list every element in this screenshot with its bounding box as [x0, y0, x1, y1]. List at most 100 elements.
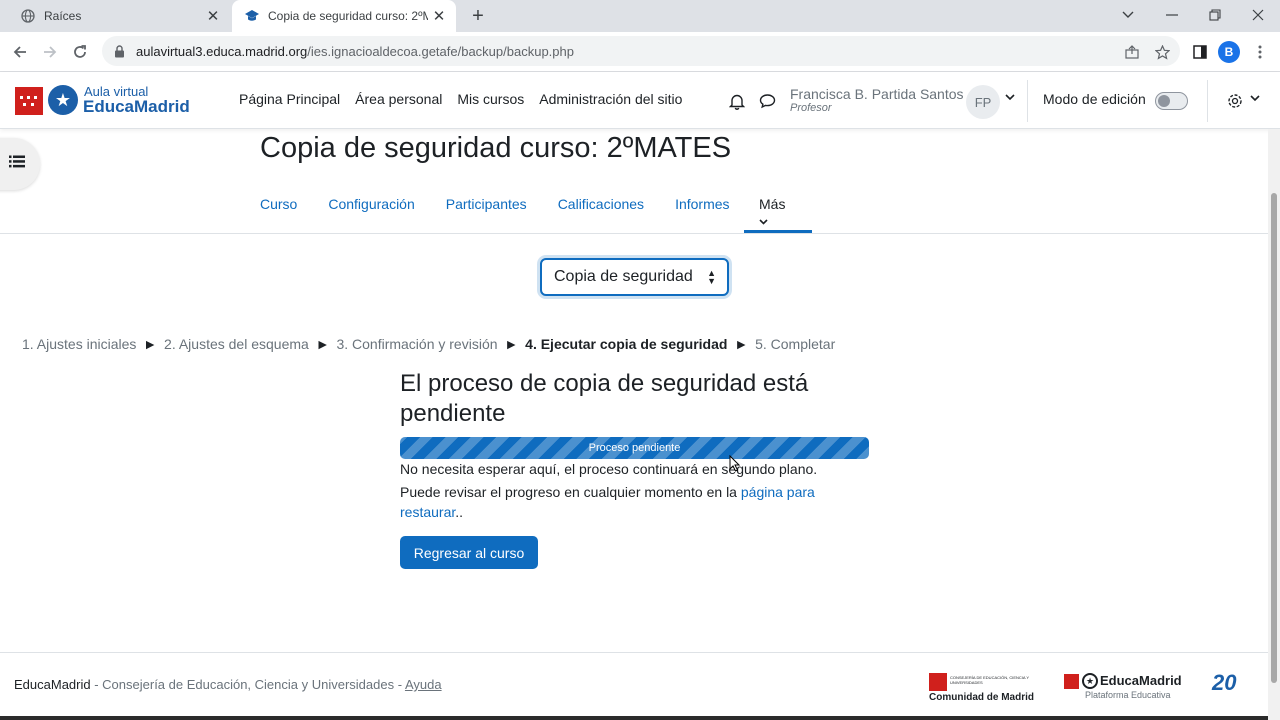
close-window-button[interactable]: [1236, 0, 1280, 30]
user-name[interactable]: Francisca B. Partida Santos: [790, 86, 964, 102]
side-panel-icon[interactable]: [1186, 38, 1214, 66]
share-icon[interactable]: [1118, 38, 1146, 66]
course-index-drawer-button[interactable]: [0, 138, 40, 190]
course-secondary-nav: Curso Configuración Participantes Califi…: [260, 196, 785, 225]
graduation-cap-icon: [244, 8, 260, 24]
chevron-down-icon: [759, 219, 768, 225]
educamadrid-logo-text: EducaMadrid: [1100, 673, 1182, 688]
browser-profile-avatar[interactable]: B: [1218, 41, 1240, 63]
tab-search-icon[interactable]: [1106, 0, 1150, 30]
page-scrollbar[interactable]: [1268, 129, 1280, 720]
forward-arrow-icon[interactable]: [36, 38, 64, 66]
tab-informes[interactable]: Informes: [675, 196, 729, 212]
step-separator: ►: [734, 336, 749, 352]
browser-toolbar: aulavirtual3.educa.madrid.org/ies.ignaci…: [0, 32, 1280, 72]
step-5: 5. Completar: [755, 336, 836, 352]
process-heading: El proceso de copia de seguridad está pe…: [400, 370, 809, 427]
taskbar-edge: [0, 716, 1268, 720]
step-separator: ►: [504, 336, 519, 352]
avatar[interactable]: FP: [966, 85, 1000, 119]
browser-tabstrip: Raíces ✕ Copia de seguridad curso: 2ºMAT…: [0, 0, 1280, 32]
select-value: Copia de seguridad: [554, 268, 693, 285]
tab-curso[interactable]: Curso: [260, 196, 297, 212]
url-host: aulavirtual3.educa.madrid.org: [136, 43, 308, 59]
nav-pagina-principal[interactable]: Página Principal: [239, 91, 340, 107]
educamadrid-footer-logo[interactable]: ★ EducaMadrid Plataforma Educativa: [1064, 672, 1194, 702]
restore-info-prefix: Puede revisar el progreso en cualquier m…: [400, 484, 741, 500]
tab-participantes[interactable]: Participantes: [446, 196, 527, 212]
globe-icon: [20, 8, 36, 24]
back-arrow-icon[interactable]: [6, 38, 34, 66]
return-to-course-button[interactable]: Regresar al curso: [400, 536, 538, 569]
madrid-flag-icon: [1064, 674, 1079, 689]
address-bar[interactable]: aulavirtual3.educa.madrid.org/ies.ignaci…: [102, 36, 1180, 66]
anniversary-20-logo[interactable]: 20: [1212, 670, 1236, 696]
step-separator: ►: [315, 336, 330, 352]
close-icon[interactable]: ✕: [428, 5, 450, 27]
comunidad-madrid-flag-logo[interactable]: [15, 87, 43, 115]
edit-mode-label: Modo de edición: [1043, 91, 1146, 107]
lock-icon[interactable]: [114, 44, 128, 58]
background-info-text: No necesita esperar aquí, el proceso con…: [400, 461, 818, 477]
footer-help-link[interactable]: Ayuda: [405, 677, 442, 692]
plataforma-educativa-text: Plataforma Educativa: [1085, 690, 1171, 700]
user-role: Profesor: [790, 102, 832, 114]
tab-configuracion[interactable]: Configuración: [328, 196, 414, 212]
educamadrid-star-icon: ★: [1082, 673, 1098, 689]
primary-nav: Página Principal Área personal Mis curso…: [239, 91, 682, 107]
new-tab-button[interactable]: +: [466, 4, 490, 28]
nav-administracion[interactable]: Administración del sitio: [539, 91, 682, 107]
consejeria-small-text: CONSEJERÍA DE EDUCACIÓN, CIENCIA Y UNIVE…: [950, 675, 1029, 685]
navbar-divider: [1027, 80, 1028, 122]
select-arrows-icon: ▲ ▼: [707, 268, 716, 286]
tab-title: Copia de seguridad curso: 2ºMATES: [268, 9, 428, 23]
educamadrid-star-logo[interactable]: ★: [48, 85, 78, 115]
toggle-knob: [1158, 95, 1170, 107]
tab-calificaciones[interactable]: Calificaciones: [558, 196, 644, 212]
step-2: 2. Ajustes del esquema: [164, 336, 309, 352]
browser-tab-backup[interactable]: Copia de seguridad curso: 2ºMATES ✕: [232, 0, 456, 32]
menu-kebab-icon[interactable]: [1246, 38, 1274, 66]
nav-area-personal[interactable]: Área personal: [355, 91, 442, 107]
page-title: Copia de seguridad curso: 2ºMATES: [260, 132, 732, 164]
accessibility-settings-icon[interactable]: [1224, 90, 1246, 112]
reload-icon[interactable]: [66, 38, 94, 66]
tab-mas-label: Más: [759, 196, 786, 212]
comunidad-madrid-text: Comunidad de Madrid: [929, 692, 1034, 703]
url-path: /ies.ignacioaldecoa.getafe/backup/backup…: [307, 43, 574, 59]
scrollbar-thumb[interactable]: [1271, 193, 1277, 683]
step-1: 1. Ajustes iniciales: [22, 336, 137, 352]
bookmark-star-icon[interactable]: [1148, 38, 1176, 66]
list-icon: [9, 155, 25, 173]
tertiary-nav-select[interactable]: Copia de seguridad ▲ ▼: [540, 258, 729, 296]
step-4-current: 4. Ejecutar copia de seguridad: [525, 336, 728, 352]
navbar-divider: [1207, 80, 1208, 122]
restore-info-suffix: ..: [455, 504, 464, 520]
bell-icon[interactable]: [727, 91, 747, 111]
site-navbar: ★ Aula virtual EducaMadrid Página Princi…: [0, 72, 1280, 129]
tab-mas[interactable]: Más: [759, 196, 785, 228]
edit-mode-toggle[interactable]: [1155, 92, 1188, 110]
footer-text: EducaMadrid - Consejería de Educación, C…: [14, 677, 442, 692]
restore-info-text: Puede revisar el progreso en cualquier m…: [400, 482, 840, 522]
secondary-nav-divider: [0, 233, 1268, 234]
minimize-button[interactable]: [1150, 0, 1194, 30]
step-3: 3. Confirmación y revisión: [336, 336, 498, 352]
mouse-cursor-icon: [729, 454, 741, 477]
close-icon[interactable]: ✕: [202, 5, 224, 27]
progress-bar: Proceso pendiente: [400, 437, 869, 459]
chevron-down-icon[interactable]: [1250, 94, 1260, 105]
nav-mis-cursos[interactable]: Mis cursos: [457, 91, 524, 107]
restore-button[interactable]: [1193, 0, 1237, 30]
footer-divider: [0, 652, 1268, 653]
footer-brand: EducaMadrid: [14, 677, 91, 692]
step-separator: ►: [143, 336, 158, 352]
footer-org: - Consejería de Educación, Ciencia y Uni…: [90, 677, 405, 692]
logo-text-educamadrid[interactable]: EducaMadrid: [83, 97, 190, 117]
comunidad-de-madrid-logo[interactable]: CONSEJERÍA DE EDUCACIÓN, CIENCIA Y UNIVE…: [929, 673, 1041, 703]
browser-tab-raices[interactable]: Raíces ✕: [8, 0, 230, 32]
chat-bubble-icon[interactable]: [757, 91, 777, 111]
tab-title: Raíces: [44, 9, 82, 23]
madrid-flag-icon: [929, 673, 947, 691]
chevron-down-icon[interactable]: [1005, 93, 1015, 104]
